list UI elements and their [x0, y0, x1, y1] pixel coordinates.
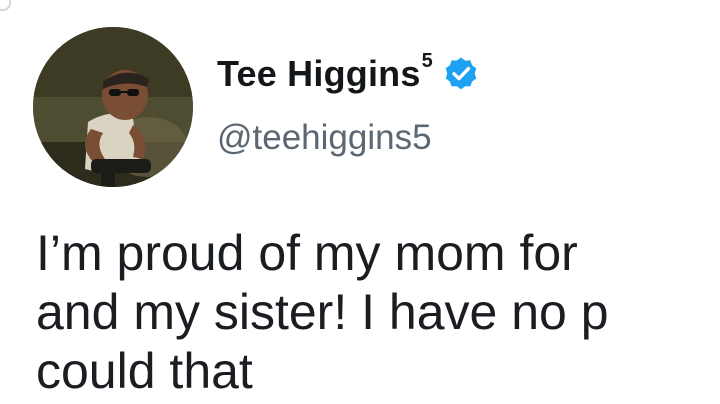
- corner-artifact: [0, 0, 11, 11]
- display-name[interactable]: Tee Higgins: [217, 53, 421, 95]
- verified-badge-icon: [445, 57, 476, 90]
- tweet-line: could that: [36, 343, 253, 399]
- tweet-line: and my sister! I have no p: [36, 284, 609, 340]
- avatar[interactable]: [33, 27, 193, 187]
- tweet-line: I’m proud of my mom for: [36, 225, 578, 281]
- user-handle[interactable]: @teehiggins5: [217, 118, 432, 158]
- tweet-screenshot: Tee Higgins 5 @teehiggins5 I’m proud of …: [0, 0, 720, 404]
- display-name-row: Tee Higgins 5: [217, 49, 479, 96]
- tweet-body: I’m proud of my mom for and my sister! I…: [36, 224, 720, 401]
- avatar-photo: [33, 27, 193, 187]
- display-name-superscript: 5: [421, 49, 433, 72]
